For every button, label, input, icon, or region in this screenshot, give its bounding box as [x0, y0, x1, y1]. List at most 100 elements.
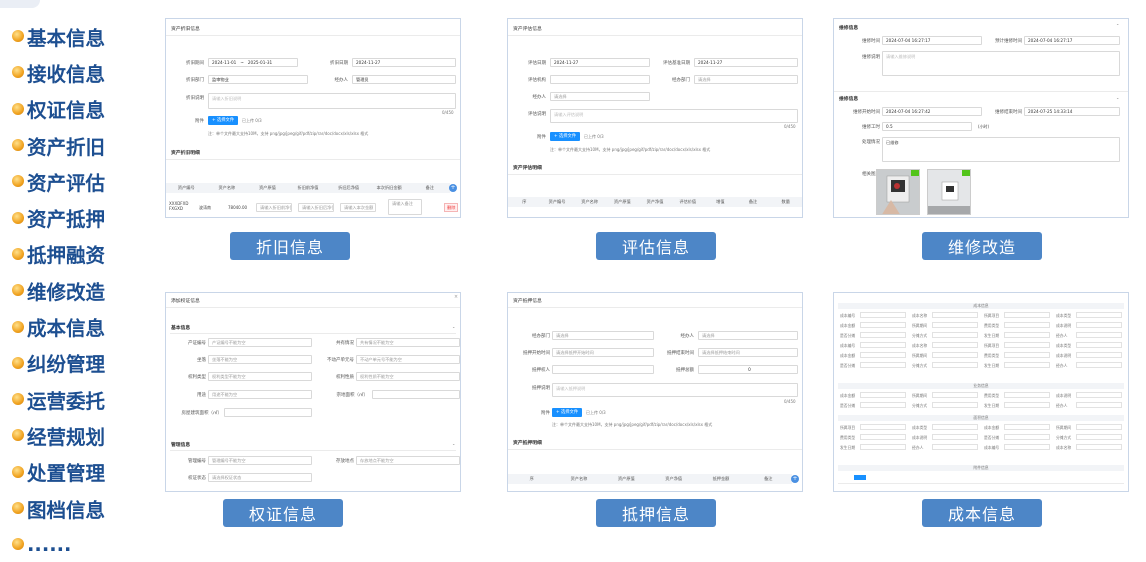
cost-field-input[interactable] [932, 312, 978, 318]
cost-grid-3: 所属项目 成本类型 成本金额 所属期间 费用类型 成本说明 是否分摊 分摊方式 发生日期 经办人 成… [838, 423, 1126, 457]
cost-field-input[interactable] [1004, 342, 1050, 348]
cost-field-input[interactable] [932, 322, 978, 328]
cost-field-input[interactable] [1004, 434, 1050, 440]
column-header: 数量 [781, 199, 790, 204]
cost-field-label: 成本说明 [1056, 393, 1072, 398]
repair-photo-1[interactable] [876, 169, 920, 215]
cost-field-input[interactable] [932, 402, 978, 408]
feature-item: 资产折旧 [12, 127, 105, 163]
cost-field-input[interactable] [1004, 322, 1050, 328]
feature-item: 运营委托 [12, 381, 105, 417]
cost-field-input[interactable] [1076, 332, 1122, 338]
cost-field-input[interactable] [860, 402, 906, 408]
bullet-gem-icon [12, 175, 24, 188]
cost-field-label: 费用类型 [984, 323, 1000, 328]
cost-field-input[interactable] [1076, 312, 1122, 318]
cost-field-input[interactable] [1004, 444, 1050, 450]
cost-field-label: 成本说明 [912, 435, 928, 440]
cost-field-input[interactable] [1004, 424, 1050, 430]
column-header: 备注 [764, 476, 773, 481]
cost-field-label: 发生日期 [984, 363, 1000, 368]
eval-handler-select[interactable]: 请选择 [550, 92, 650, 101]
cost-field-input[interactable] [932, 424, 978, 430]
cost-field-input[interactable] [932, 342, 978, 348]
eval-date[interactable]: 2024-11-27 [550, 58, 650, 67]
column-header: 增值 [716, 199, 725, 204]
mort-upload-button[interactable]: + 选择文件 [552, 408, 583, 417]
eval-dept-select[interactable]: 请选择 [694, 75, 798, 84]
eval-upload-button[interactable]: + 选择文件 [550, 132, 581, 141]
feature-list: 基本信息 接收信息 权证信息 资产折旧 资产评估 资产抵押 抵押融资 维修改造 成本信息 纠纷管理… [12, 18, 105, 562]
cost-field-input[interactable] [860, 312, 906, 318]
cost-upload-button[interactable] [854, 475, 866, 480]
cost-field-label: 经办人 [1056, 363, 1068, 368]
eval-org-input[interactable] [550, 75, 650, 84]
column-header: 资产编号 [548, 199, 566, 204]
repair-photo-2[interactable] [927, 169, 971, 215]
cost-field-input[interactable] [932, 434, 978, 440]
depr-book-date[interactable]: 2024-11-27 [352, 58, 456, 67]
screenshot-repair: 维修信息 ⌃ 维修时间 2024-07-04 16:27:17 预计维修时间 2… [833, 18, 1129, 218]
cost-field-label: 成本说明 [1056, 353, 1072, 358]
chevron-down-icon-2[interactable]: ⌄ [452, 441, 455, 446]
eval-desc-textarea[interactable]: 请输入评估说明 [550, 109, 798, 123]
cost-field-input[interactable] [860, 362, 906, 368]
label-cost: 成本信息 [922, 499, 1042, 527]
cost-field-input[interactable] [860, 332, 906, 338]
depr-dept-select[interactable]: 监审物业 [208, 75, 308, 84]
eval-base-date[interactable]: 2024-11-27 [694, 58, 798, 67]
collapse-icon[interactable]: ⌃ [1116, 23, 1119, 28]
cost-field-input[interactable] [932, 362, 978, 368]
depr-desc-textarea[interactable]: 请输入折旧说明 [208, 93, 456, 109]
delete-row-button[interactable]: 删除 [444, 203, 459, 212]
cost-field-label: 成本金额 [840, 353, 856, 358]
close-icon[interactable]: × [454, 295, 458, 300]
cost-field-input[interactable] [860, 424, 906, 430]
column-header: 本次折旧金额 [376, 185, 402, 190]
cost-field-input[interactable] [1076, 434, 1122, 440]
add-row-icon-2[interactable]: + [791, 475, 799, 483]
feature-item: 成本信息 [12, 308, 105, 344]
column-header: 备注 [425, 185, 434, 190]
collapse-icon-2[interactable]: ⌄ [1116, 95, 1119, 100]
bullet-gem-icon [12, 247, 24, 260]
cost-field-input[interactable] [860, 444, 906, 450]
cost-field-input[interactable] [932, 392, 978, 398]
cost-field-input[interactable] [860, 322, 906, 328]
cost-field-input[interactable] [1076, 352, 1122, 358]
cost-field-input[interactable] [1076, 424, 1122, 430]
cost-field-label: 成本名称 [912, 343, 928, 348]
cost-field-input[interactable] [1076, 322, 1122, 328]
label-repair: 维修改造 [922, 232, 1042, 260]
cost-field-input[interactable] [1004, 362, 1050, 368]
cost-field-input[interactable] [860, 434, 906, 440]
cost-field-input[interactable] [860, 352, 906, 358]
cost-field-label: 费用类型 [840, 435, 856, 440]
label-depreciation: 折旧信息 [230, 232, 350, 260]
cost-grid-1: 成本编号 成本名称 所属项目 成本类型 成本金额 所属期间 费用类型 成本说明 是否分摊 分摊方式… [838, 311, 1126, 375]
cost-field-input[interactable] [932, 352, 978, 358]
cost-field-input[interactable] [1076, 444, 1122, 450]
cost-field-input[interactable] [932, 332, 978, 338]
cost-field-input[interactable] [1076, 402, 1122, 408]
cost-field-input[interactable] [1004, 312, 1050, 318]
cost-field-input[interactable] [860, 342, 906, 348]
cost-field-input[interactable] [1076, 362, 1122, 368]
cost-field-input[interactable] [932, 444, 978, 450]
cost-field-input[interactable] [1004, 352, 1050, 358]
chevron-down-icon[interactable]: ⌄ [452, 324, 455, 329]
cost-field-input[interactable] [1004, 332, 1050, 338]
cost-field-input[interactable] [1004, 402, 1050, 408]
cost-field-input[interactable] [860, 392, 906, 398]
bullet-gem-icon [12, 393, 24, 406]
depr-upload-button[interactable]: + 选择文件 [208, 116, 239, 125]
cost-field-input[interactable] [1076, 342, 1122, 348]
cost-field-input[interactable] [1004, 392, 1050, 398]
depr-handler-select[interactable]: 管理员 [352, 75, 456, 84]
cost-field-label: 成本名称 [1056, 445, 1072, 450]
cost-field-input[interactable] [1076, 392, 1122, 398]
screenshot-mortgage: 资产抵押信息 经办部门 请选择 经办人 请选择 抵押开始时间 请选择抵押开始时间… [507, 292, 803, 492]
add-row-icon[interactable]: + [449, 184, 457, 192]
cost-field-label: 所属期间 [1056, 425, 1072, 430]
depr-date-range[interactable]: 2024-11-01 ~ 2025-01-31 [208, 58, 298, 67]
